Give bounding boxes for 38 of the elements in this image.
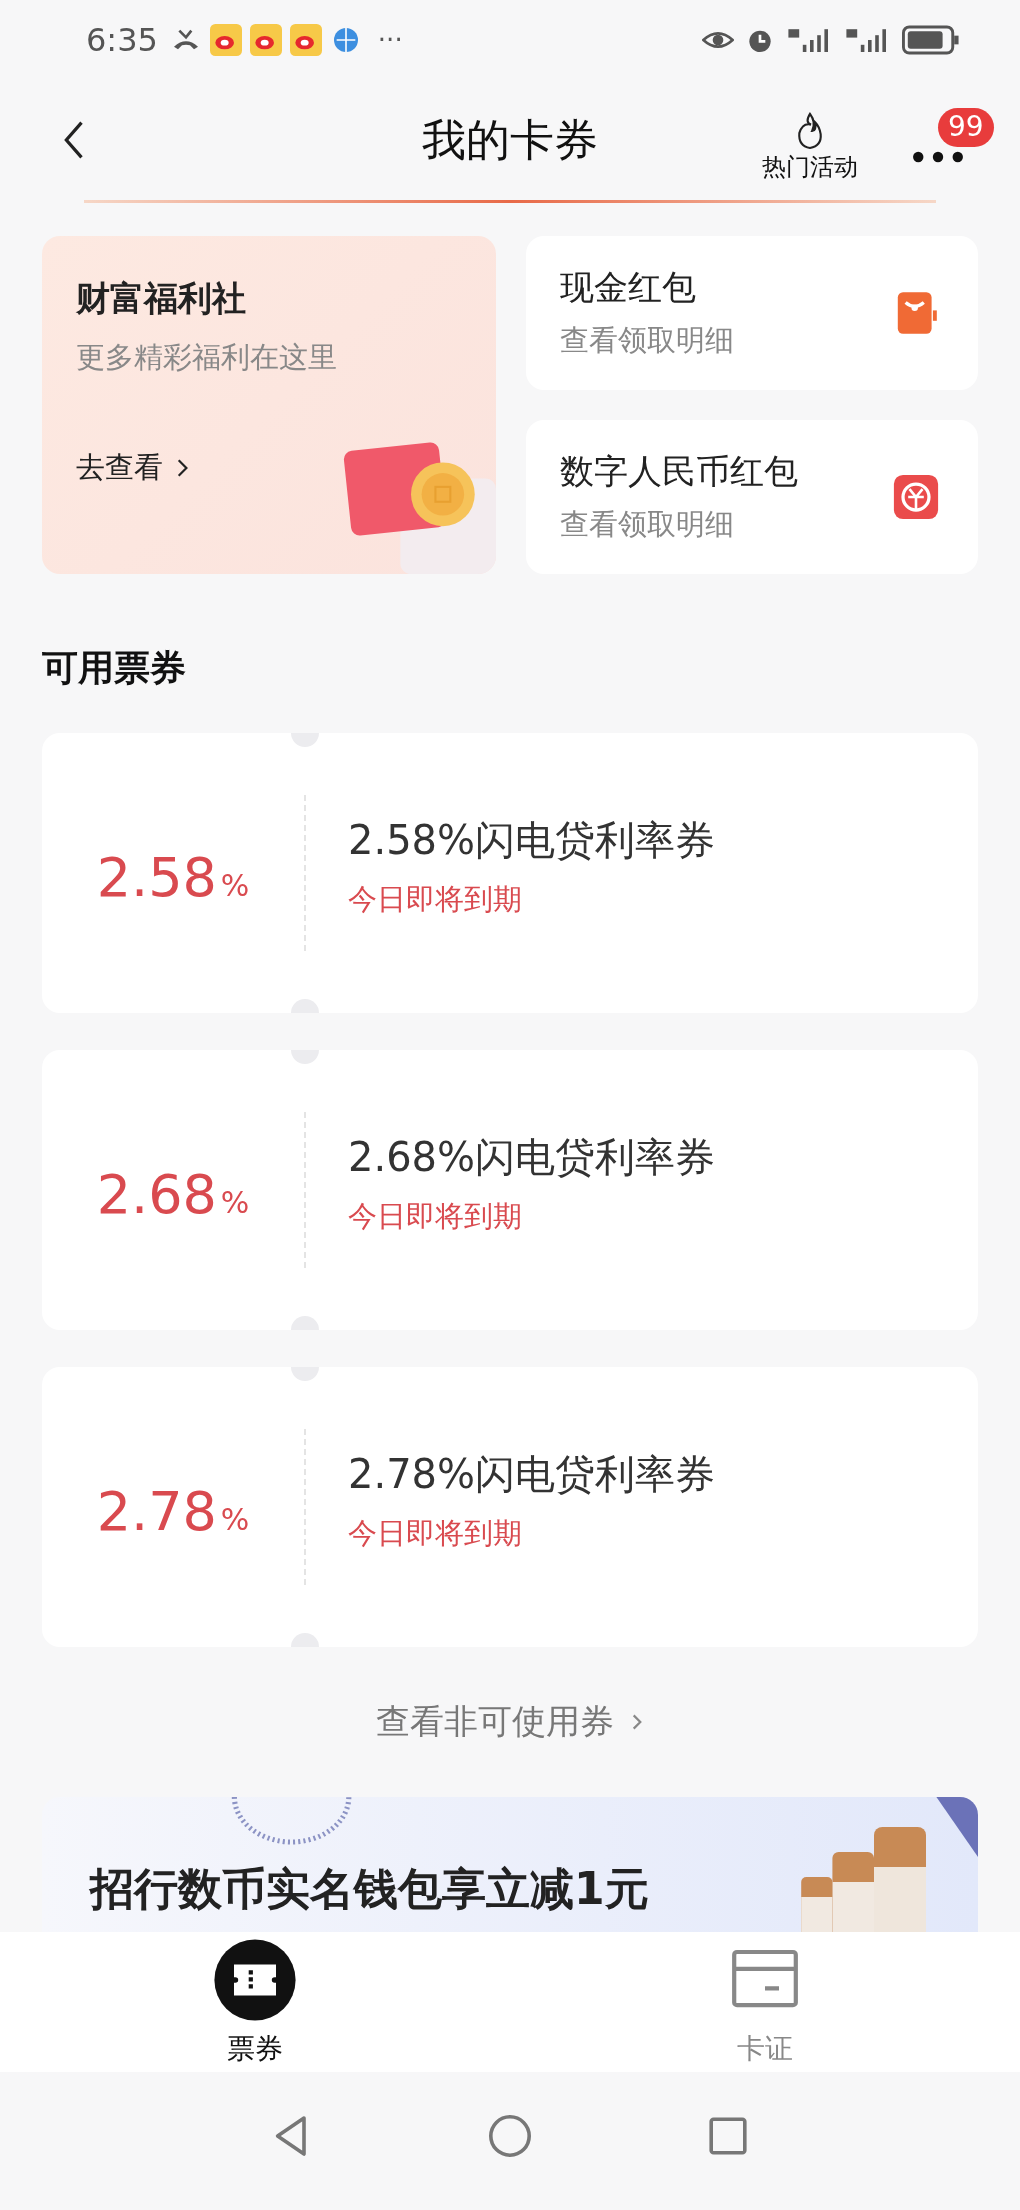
unusable-coupons-link[interactable]: 查看非可使用券 <box>376 1699 644 1745</box>
coupon-rate: 2.78% <box>96 1479 250 1543</box>
gift-packet-card[interactable]: 数字人民币红包 查看领取明细 <box>526 420 978 574</box>
coupon-name: 2.78%闪电贷利率券 <box>348 1449 716 1499</box>
expiry-note: 今日即将到期 <box>348 880 522 918</box>
tab[interactable]: 卡证 <box>510 1932 1020 2072</box>
banner-text: 招行数币实名钱包享立减1元 <box>90 1862 649 1916</box>
coupon-card[interactable]: 2.68% 2.68%闪电贷利率券 今日即将到期 <box>42 1050 978 1330</box>
expiry-note: 今日即将到期 <box>348 1197 522 1235</box>
coupon-rate: 2.68% <box>96 1162 250 1226</box>
chevron-icon <box>175 457 189 479</box>
coupon-name: 2.68%闪电贷利率券 <box>348 1132 716 1182</box>
coupon-rate: 2.58% <box>96 845 250 909</box>
battery-icon <box>902 24 960 56</box>
view-link[interactable]: 去查看 <box>76 448 189 488</box>
home-nav-icon[interactable] <box>486 2112 534 2160</box>
card-subtitle: 查看领取明细 <box>560 322 734 359</box>
ticket-icon <box>213 1938 297 2022</box>
welfare-title: 财富福利社 <box>76 277 246 320</box>
card-subtitle: 查看领取明细 <box>560 506 734 543</box>
more-icon[interactable] <box>912 150 964 164</box>
tab[interactable]: 票券 <box>0 1932 510 2072</box>
card-title: 数字人民币红包 <box>560 450 798 493</box>
section-title: 可用票券 <box>42 646 186 690</box>
page-title: 我的卡券 <box>421 112 599 167</box>
gift-packet-card[interactable]: 现金红包 查看领取明细 <box>526 236 978 390</box>
welfare-card[interactable]: 财富福利社 更多精彩福利在这里 去查看 <box>42 236 496 574</box>
promo-banner[interactable]: 招行数币实名钱包享立减1元 <box>42 1797 978 1932</box>
card-title: 现金红包 <box>560 266 696 309</box>
more-notifications: ··· <box>377 25 403 55</box>
expiry-note: 今日即将到期 <box>348 1514 522 1552</box>
hot-activity-button[interactable]: 热门活动 <box>762 111 858 183</box>
coupon-name: 2.58%闪电贷利率券 <box>348 815 716 865</box>
coupon-card[interactable]: 2.78% 2.78%闪电贷利率券 今日即将到期 <box>42 1367 978 1647</box>
notification-badge: 99 <box>938 108 994 147</box>
status-time: 6:35 <box>86 21 158 59</box>
coupon-card[interactable]: 2.58% 2.58%闪电贷利率券 今日即将到期 <box>42 733 978 1013</box>
welfare-subtitle: 更多精彩福利在这里 <box>76 339 337 376</box>
